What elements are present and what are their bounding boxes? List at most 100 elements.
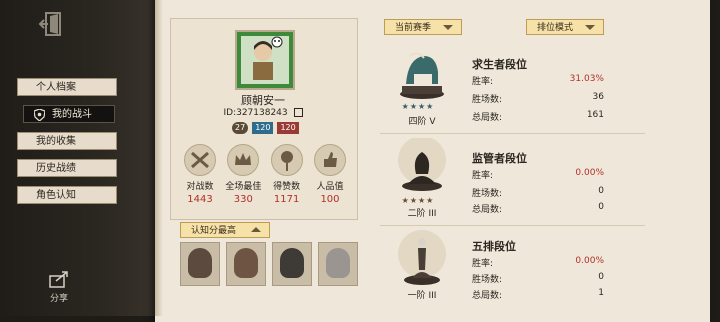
stat-value: 1171 [273, 194, 300, 205]
sidebar-item-profile[interactable]: 个人档案 [17, 78, 117, 96]
rank-stars: ★★★★ [401, 196, 435, 205]
rank-title: 五排段位 [472, 240, 516, 253]
sidebar-menu: 个人档案 我的战斗 我的收集 历史战绩 角色认知 [17, 78, 117, 213]
shield-icon [34, 109, 45, 121]
sidebar-item-battle[interactable]: 我的战斗 [23, 105, 115, 123]
cognition-dropdown-label: 认知分最高 [191, 226, 237, 236]
winrate-label: 胜率: [472, 259, 494, 269]
sidebar-item-collection[interactable]: 我的收集 [17, 132, 117, 150]
level-badge: 27 [232, 122, 249, 134]
rank-tier: 一阶 III [407, 291, 437, 301]
winrate-row: 胜率: 0.00% [472, 168, 604, 181]
total-row: 总局数: 161 [472, 110, 604, 123]
badges-row: 27 120 120 [232, 122, 299, 134]
rank-tier: 四阶 V [408, 117, 436, 127]
avatar-portrait [241, 36, 289, 84]
divider [380, 225, 645, 226]
winrate-label: 胜率: [472, 171, 494, 181]
divider [380, 133, 645, 134]
rank-tier: 二阶 III [407, 209, 437, 219]
sidebar-item-label: 我的收集 [36, 136, 76, 147]
total-row: 总局数: 0 [472, 202, 604, 215]
rank-title: 监管者段位 [472, 152, 527, 165]
wins-row: 胜场数: 0 [472, 272, 604, 285]
stat-label: 全场最佳 [225, 182, 262, 192]
player-name: 顾朝安一 [241, 94, 285, 107]
stat-label: 人品值 [316, 182, 344, 192]
sidebar-item-label: 我的战斗 [52, 109, 92, 120]
winrate-value: 0.00% [575, 168, 604, 178]
stat-likes: 得赞数 1171 [267, 144, 307, 205]
rank-stars: ★★★★ [401, 102, 435, 111]
cobra-trophy-icon [392, 136, 452, 194]
pawn-trophy-icon [392, 230, 452, 286]
mode-dropdown-label: 排位模式 [537, 23, 574, 33]
thumbs-up-icon[interactable] [313, 144, 346, 176]
share-button[interactable]: 分享 [44, 270, 74, 304]
stat-value: 1443 [187, 194, 213, 205]
winrate-value: 0.00% [575, 256, 604, 266]
wins-label: 胜场数: [472, 275, 503, 285]
cognition-sort-dropdown[interactable]: 认知分最高 [180, 222, 270, 238]
share-label: 分享 [49, 294, 68, 304]
total-label: 总局数: [472, 291, 503, 301]
stat-label: 得赞数 [273, 182, 301, 192]
hunter-badge: 120 [277, 122, 299, 134]
stat-label: 对战数 [186, 182, 214, 192]
player-id-text: ID:327138243 [223, 108, 288, 118]
season-dropdown-label: 当前赛季 [395, 23, 432, 33]
copy-icon[interactable] [293, 108, 303, 117]
mammoth-trophy-icon [392, 44, 452, 100]
exit-icon[interactable] [38, 10, 68, 38]
winrate-label: 胜率: [472, 77, 494, 87]
player-id: ID:327138243 [170, 108, 356, 118]
wins-value: 36 [592, 92, 604, 102]
survivor-badge: 120 [252, 122, 274, 134]
stat-value: 330 [233, 194, 253, 205]
survivor-list [180, 242, 358, 286]
wins-label: 胜场数: [472, 189, 503, 199]
avatar[interactable] [235, 30, 295, 90]
survivor-card[interactable] [318, 242, 358, 286]
winrate-row: 胜率: 31.03% [472, 74, 604, 87]
winrate-value: 31.03% [569, 74, 604, 84]
stat-value: 100 [320, 194, 340, 205]
paper-edge [155, 0, 163, 316]
rank-row-hunter: ★★★★ 二阶 III 监管者段位 胜率: 0.00% 胜场数: 0 总局数: 0 [380, 136, 645, 226]
total-value: 0 [598, 202, 604, 212]
total-row: 总局数: 1 [472, 288, 604, 301]
wins-row: 胜场数: 0 [472, 186, 604, 199]
total-label: 总局数: [472, 205, 503, 215]
season-dropdown[interactable]: 当前赛季 [384, 19, 462, 35]
rank-row-survivor: ★★★★ 四阶 V 求生者段位 胜率: 31.03% 胜场数: 36 总局数: 161 [380, 44, 645, 134]
mode-dropdown[interactable]: 排位模式 [526, 19, 604, 35]
wins-row: 胜场数: 36 [472, 92, 604, 105]
rank-row-five-player: 一阶 III 五排段位 胜率: 0.00% 胜场数: 0 总局数: 1 [380, 230, 620, 316]
chevron-up-icon [251, 227, 261, 232]
stat-matches: 对战数 1443 [180, 144, 220, 205]
survivor-card[interactable] [272, 242, 312, 286]
chevron-down-icon [585, 25, 595, 30]
sidebar-item-history[interactable]: 历史战绩 [17, 159, 117, 177]
wins-value: 0 [598, 272, 604, 282]
crossed-weapons-icon [184, 144, 216, 176]
total-label: 总局数: [472, 113, 503, 123]
stat-reputation: 人品值 100 [310, 144, 350, 205]
stats-row: 对战数 1443 全场最佳 330 得赞数 1171 人品值 100 [180, 144, 350, 205]
rank-title: 求生者段位 [472, 58, 527, 71]
winrate-row: 胜率: 0.00% [472, 256, 604, 269]
sidebar-item-label: 个人档案 [36, 82, 76, 93]
wins-value: 0 [598, 186, 604, 196]
sidebar-item-label: 角色认知 [36, 190, 76, 201]
wins-label: 胜场数: [472, 95, 503, 105]
stat-mvp: 全场最佳 330 [223, 144, 263, 205]
survivor-card[interactable] [180, 242, 220, 286]
total-value: 161 [586, 110, 604, 120]
sidebar-item-character[interactable]: 角色认知 [17, 186, 117, 204]
rose-icon [270, 144, 303, 176]
crown-icon [227, 144, 260, 176]
sidebar-item-label: 历史战绩 [36, 163, 76, 174]
total-value: 1 [598, 288, 604, 298]
survivor-card[interactable] [226, 242, 266, 286]
share-icon [49, 271, 68, 288]
